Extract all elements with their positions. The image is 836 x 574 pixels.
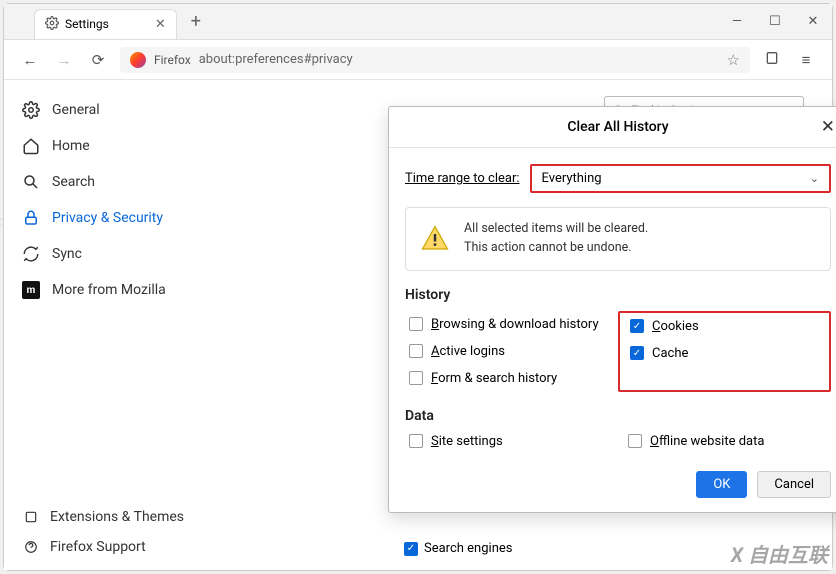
dialog-title: Clear All History ✕ [389, 107, 836, 148]
maximize-button[interactable]: ☐ [756, 6, 794, 38]
check-offline-data[interactable]: Offline website data [628, 434, 821, 449]
checkbox-icon[interactable]: ✓ [630, 319, 644, 333]
browser-tab[interactable]: Settings ✕ [34, 9, 177, 39]
check-active-logins[interactable]: Active logins [409, 344, 614, 359]
reload-button[interactable]: ⟳ [86, 51, 110, 69]
time-range-select[interactable]: Everything ⌄ [530, 164, 831, 193]
sync-icon [22, 245, 40, 263]
warning-line1: All selected items will be cleared. [464, 220, 648, 239]
tab-close-icon[interactable]: ✕ [155, 17, 166, 32]
check-browsing-history[interactable]: Browsing & download history [409, 317, 614, 332]
url-path: about:preferences#privacy [199, 52, 353, 67]
sidebar-item-label: Privacy & Security [52, 210, 163, 226]
main-panel: Find in Settings credit cards. Learn mor… [204, 80, 832, 570]
sidebar-item-privacy[interactable]: Privacy & Security [4, 200, 204, 236]
sidebar-item-search[interactable]: Search [4, 164, 204, 200]
gear-icon [22, 101, 40, 119]
time-range-label: Time range to clear: [405, 171, 520, 186]
check-site-settings[interactable]: Site settings [409, 434, 614, 449]
window-controls: — ☐ ✕ [718, 6, 832, 38]
gear-icon [45, 16, 59, 33]
url-prefix: Firefox [154, 53, 191, 67]
forward-button[interactable]: → [52, 51, 76, 69]
sidebar-footer: Extensions & Themes Firefox Support [4, 502, 204, 562]
checkbox-icon[interactable] [409, 344, 423, 358]
new-tab-button[interactable]: + [185, 11, 207, 32]
tab-title: Settings [65, 17, 109, 31]
sidebar-item-more[interactable]: m More from Mozilla [4, 272, 204, 308]
sidebar-item-label: General [52, 102, 100, 118]
toolbar: ← → ⟳ Firefox about:preferences#privacy … [4, 40, 832, 80]
checkbox-icon[interactable] [409, 434, 423, 448]
warning-line2: This action cannot be undone. [464, 239, 648, 258]
history-section-title: History [405, 287, 831, 303]
sidebar-item-label: Home [52, 138, 90, 154]
sidebar-item-label: Search [52, 174, 95, 190]
checkbox-icon[interactable] [409, 371, 423, 385]
url-bar[interactable]: Firefox about:preferences#privacy ☆ [120, 47, 750, 73]
sidebar-footer-label: Extensions & Themes [50, 509, 184, 525]
content-area: General Home Search Privacy & Security [4, 80, 832, 570]
check-cookies[interactable]: ✓Cookies [630, 319, 819, 334]
checkbox-icon[interactable]: ✓ [404, 542, 418, 556]
lock-icon [22, 209, 40, 227]
sidebar-item-support[interactable]: Firefox Support [4, 532, 204, 562]
clear-history-dialog: Clear All History ✕ Time range to clear:… [388, 106, 836, 513]
dialog-close-icon[interactable]: ✕ [821, 117, 835, 137]
time-range-value: Everything [542, 171, 602, 186]
question-icon [22, 538, 40, 556]
shield-icon[interactable] [760, 50, 784, 70]
data-checks: Site settings Offline website data [405, 430, 831, 453]
warning-icon [420, 224, 450, 254]
cancel-button[interactable]: Cancel [757, 471, 831, 498]
settings-sidebar: General Home Search Privacy & Security [4, 80, 204, 570]
check-cache[interactable]: ✓Cache [630, 346, 819, 361]
firefox-icon [130, 52, 146, 68]
dialog-buttons: OK Cancel [405, 471, 831, 498]
history-checks: Browsing & download history Active login… [405, 311, 831, 392]
minimize-button[interactable]: — [718, 6, 756, 38]
checkbox-icon[interactable] [628, 434, 642, 448]
data-section-title: Data [405, 408, 831, 424]
sidebar-item-extensions[interactable]: Extensions & Themes [4, 502, 204, 532]
close-button[interactable]: ✕ [794, 6, 832, 38]
home-icon [22, 137, 40, 155]
ok-button[interactable]: OK [696, 471, 747, 498]
time-range-row: Time range to clear: Everything ⌄ [405, 164, 831, 193]
search-engines-label: Search engines [424, 541, 512, 556]
browser-window: Settings ✕ + — ☐ ✕ ← → ⟳ Firefox about:p… [3, 3, 833, 571]
sidebar-footer-label: Firefox Support [50, 539, 146, 555]
menu-button[interactable]: ≡ [794, 51, 818, 69]
search-engines-option[interactable]: ✓ Search engines [404, 541, 512, 556]
back-button[interactable]: ← [18, 51, 42, 69]
checkbox-icon[interactable]: ✓ [630, 346, 644, 360]
titlebar: Settings ✕ + — ☐ ✕ [4, 4, 832, 40]
search-icon [22, 173, 40, 191]
warning-box: All selected items will be cleared. This… [405, 207, 831, 271]
mozilla-icon: m [22, 281, 40, 299]
chevron-down-icon: ⌄ [810, 172, 819, 185]
puzzle-icon [22, 508, 40, 526]
sidebar-item-general[interactable]: General [4, 92, 204, 128]
checkbox-icon[interactable] [409, 317, 423, 331]
check-form-history[interactable]: Form & search history [409, 371, 614, 386]
sidebar-item-label: Sync [52, 246, 82, 262]
bookmark-star-icon[interactable]: ☆ [727, 51, 740, 69]
sidebar-item-home[interactable]: Home [4, 128, 204, 164]
watermark-brand: X 自由互联 [731, 539, 828, 568]
sidebar-item-label: More from Mozilla [52, 282, 166, 298]
sidebar-item-sync[interactable]: Sync [4, 236, 204, 272]
